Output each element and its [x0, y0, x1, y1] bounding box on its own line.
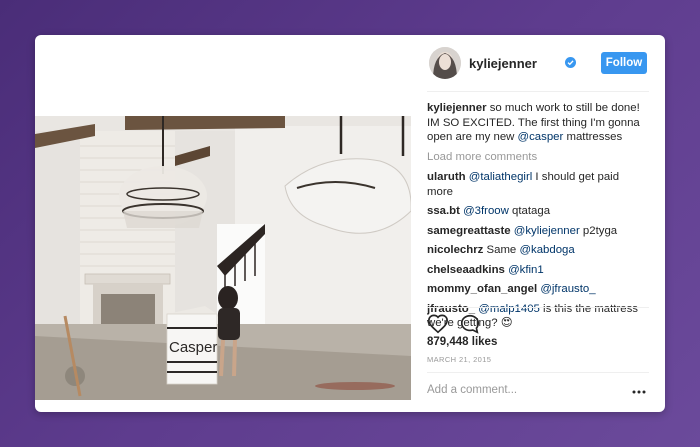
post-actions [427, 313, 647, 337]
comment-username[interactable]: nicolechrz [427, 244, 483, 256]
comment-mention[interactable]: @kabdoga [519, 244, 574, 256]
post-header: kyliejenner Follow [411, 35, 665, 91]
post-username[interactable]: kyliejenner [469, 56, 537, 71]
comments-list: kyliejenner so much work to still be don… [427, 101, 643, 337]
more-options-icon[interactable] [632, 390, 646, 394]
add-comment-input[interactable]: Add a comment... [427, 384, 517, 396]
comment-item: ssa.bt @3froow qtataga [427, 204, 643, 219]
heart-icon[interactable] [427, 313, 449, 335]
comment-text: qtataga [508, 205, 551, 217]
caption: kyliejenner so much work to still be don… [427, 101, 643, 145]
comment-username[interactable]: mommy_ofan_angel [427, 283, 537, 295]
post-date: MARCH 21, 2015 [427, 355, 492, 364]
comment-username[interactable]: samegreattaste [427, 225, 511, 237]
casper-box-label: Casper [169, 339, 217, 356]
comment-mention[interactable]: @kfin1 [508, 264, 544, 276]
verified-badge-icon [565, 57, 576, 68]
post-sidebar: kyliejenner Follow kyliejenner so much w… [411, 35, 665, 412]
comment-item: ularuth @taliathegirl I should get paid … [427, 170, 643, 199]
comment-username[interactable]: ssa.bt [427, 205, 460, 217]
caption-text-after: mattresses [563, 131, 623, 143]
post-photo[interactable]: Casper [35, 116, 411, 400]
comment-item: chelseaadkins @kfin1 [427, 263, 643, 278]
comment-username[interactable]: ularuth [427, 171, 466, 183]
follow-button[interactable]: Follow [601, 52, 647, 74]
instagram-post-card: Casper kyliejenner Follow kyliejenner so… [35, 35, 665, 412]
comment-icon[interactable] [459, 313, 481, 335]
avatar[interactable] [429, 47, 461, 79]
comment-item: samegreattaste @kyliejenner p2tyga [427, 224, 643, 239]
load-more-comments-link[interactable]: Load more comments [427, 150, 643, 165]
caption-username[interactable]: kyliejenner [427, 102, 487, 114]
comment-mention[interactable]: @3froow [463, 205, 509, 217]
comment-item: mommy_ofan_angel @jfrausto_ [427, 282, 643, 297]
comment-username[interactable]: chelseaadkins [427, 264, 505, 276]
post-photo-image: Casper [35, 116, 411, 400]
actions-divider [427, 307, 649, 308]
comment-text: Same [483, 244, 520, 256]
comment-mention[interactable]: @kyliejenner [514, 225, 580, 237]
comment-box-divider [427, 372, 649, 373]
header-divider [427, 91, 649, 92]
comment-mention[interactable]: @taliathegirl [469, 171, 532, 183]
comment-item: nicolechrz Same @kabdoga [427, 243, 643, 258]
likes-count[interactable]: 879,448 likes [427, 336, 497, 348]
caption-mention[interactable]: @casper [518, 131, 564, 143]
comment-mention[interactable]: @jfrausto_ [540, 283, 595, 295]
comment-text: p2tyga [579, 224, 618, 237]
